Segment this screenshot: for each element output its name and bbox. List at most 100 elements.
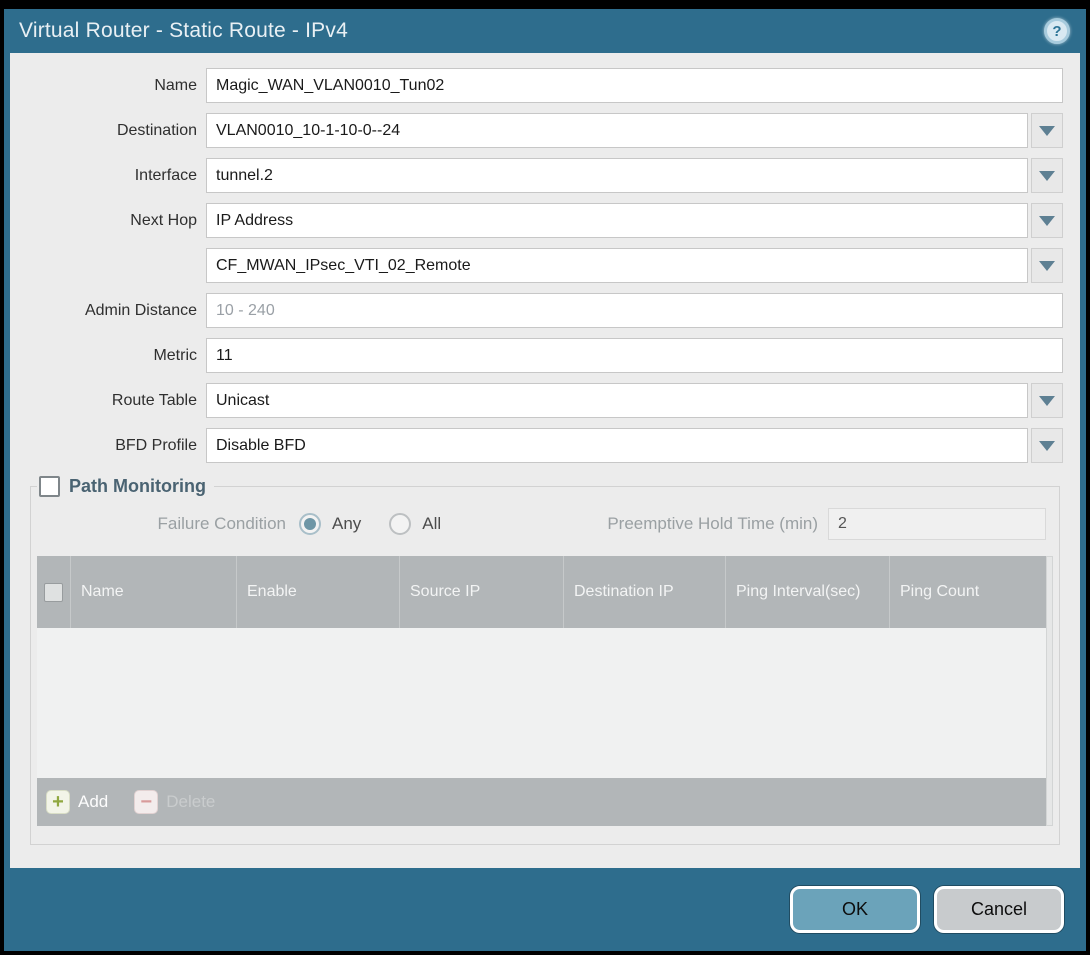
path-monitoring-section: Path Monitoring Failure Condition Any Al… xyxy=(30,476,1060,845)
chevron-down-icon xyxy=(1039,261,1055,271)
bfd-profile-label: BFD Profile xyxy=(10,437,206,455)
route-table-field-wrap xyxy=(206,383,1063,418)
next-hop-address-input[interactable] xyxy=(206,248,1028,283)
dialog-footer: OK Cancel xyxy=(4,868,1086,951)
destination-input[interactable] xyxy=(206,113,1028,148)
path-monitoring-title: Path Monitoring xyxy=(69,476,206,497)
column-header-label: Enable xyxy=(247,580,297,603)
chevron-down-icon xyxy=(1039,396,1055,406)
static-route-dialog: Virtual Router - Static Route - IPv4 ? N… xyxy=(4,9,1086,951)
delete-button[interactable]: − Delete xyxy=(134,790,215,814)
next-hop-field-wrap xyxy=(206,203,1063,238)
bfd-profile-dropdown-button[interactable] xyxy=(1031,428,1063,463)
admin-distance-label: Admin Distance xyxy=(10,302,206,320)
delete-button-label: Delete xyxy=(166,792,215,812)
table-scrollbar-track[interactable] xyxy=(1046,556,1053,826)
column-header-label: Destination IP xyxy=(574,580,674,603)
column-header-label: Source IP xyxy=(410,580,480,603)
interface-label: Interface xyxy=(10,167,206,185)
bfd-profile-field-wrap xyxy=(206,428,1063,463)
chevron-down-icon xyxy=(1039,216,1055,226)
route-table-input[interactable] xyxy=(206,383,1028,418)
next-hop-type-dropdown-button[interactable] xyxy=(1031,203,1063,238)
column-header-destination-ip: Destination IP xyxy=(564,556,726,628)
chevron-down-icon xyxy=(1039,126,1055,136)
destination-dropdown-button[interactable] xyxy=(1031,113,1063,148)
chevron-down-icon xyxy=(1039,441,1055,451)
add-button[interactable]: + Add xyxy=(46,790,108,814)
form-row-name: Name xyxy=(10,68,1063,103)
failure-condition-label: Failure Condition xyxy=(37,514,299,534)
metric-field-wrap xyxy=(206,338,1063,373)
ok-button[interactable]: OK xyxy=(790,886,920,933)
form-row-admin-distance: Admin Distance xyxy=(10,293,1063,328)
help-icon-glyph: ? xyxy=(1052,23,1061,40)
interface-input[interactable] xyxy=(206,158,1028,193)
name-field-wrap xyxy=(206,68,1063,103)
preemptive-hold-time-input[interactable] xyxy=(828,508,1046,540)
form-row-metric: Metric xyxy=(10,338,1063,373)
route-table-label: Route Table xyxy=(10,392,206,410)
table-select-all-cell xyxy=(37,556,71,628)
preemptive-hold-time-group: Preemptive Hold Time (min) xyxy=(607,508,1053,540)
form-row-bfd-profile: BFD Profile xyxy=(10,428,1063,463)
form-row-destination: Destination xyxy=(10,113,1063,148)
destination-label: Destination xyxy=(10,122,206,140)
form-row-next-hop: Next Hop xyxy=(10,203,1063,238)
column-header-label: Name xyxy=(81,580,124,603)
column-header-name: Name xyxy=(71,556,237,628)
path-monitoring-controls: Failure Condition Any All Preemptive Hol… xyxy=(37,507,1053,541)
path-monitoring-legend: Path Monitoring xyxy=(37,476,214,497)
column-header-source-ip: Source IP xyxy=(400,556,564,628)
preemptive-hold-time-label: Preemptive Hold Time (min) xyxy=(607,514,818,534)
interface-dropdown-button[interactable] xyxy=(1031,158,1063,193)
column-header-enable: Enable xyxy=(237,556,400,628)
dialog-title: Virtual Router - Static Route - IPv4 xyxy=(19,19,348,43)
delete-minus-icon: − xyxy=(134,790,158,814)
table-footer-bar: + Add − Delete xyxy=(37,778,1046,826)
form-row-interface: Interface xyxy=(10,158,1063,193)
admin-distance-input[interactable] xyxy=(206,293,1063,328)
bfd-profile-input[interactable] xyxy=(206,428,1028,463)
radio-all[interactable] xyxy=(389,513,411,535)
dialog-content: Name Destination Interface xyxy=(10,53,1080,868)
select-all-checkbox[interactable] xyxy=(44,583,63,602)
next-hop-address-dropdown-button[interactable] xyxy=(1031,248,1063,283)
admin-distance-field-wrap xyxy=(206,293,1063,328)
interface-field-wrap xyxy=(206,158,1063,193)
radio-any[interactable] xyxy=(299,513,321,535)
next-hop-label: Next Hop xyxy=(10,212,206,230)
add-plus-icon: + xyxy=(46,790,70,814)
column-header-label: Ping Interval(sec) xyxy=(736,580,861,603)
form-row-route-table: Route Table xyxy=(10,383,1063,418)
screen: Virtual Router - Static Route - IPv4 ? N… xyxy=(0,0,1090,955)
name-input[interactable] xyxy=(206,68,1063,103)
path-monitoring-table-main: Name Enable Source IP Destination IP xyxy=(37,556,1046,826)
failure-condition-all-option[interactable]: All xyxy=(389,513,441,535)
add-button-label: Add xyxy=(78,792,108,812)
column-header-ping-interval: Ping Interval(sec) xyxy=(726,556,890,628)
cancel-button[interactable]: Cancel xyxy=(934,886,1064,933)
metric-input[interactable] xyxy=(206,338,1063,373)
radio-any-label: Any xyxy=(332,514,361,534)
table-header-row: Name Enable Source IP Destination IP xyxy=(37,556,1046,628)
chevron-down-icon xyxy=(1039,171,1055,181)
destination-field-wrap xyxy=(206,113,1063,148)
dialog-titlebar: Virtual Router - Static Route - IPv4 ? xyxy=(4,9,1086,53)
path-monitoring-checkbox[interactable] xyxy=(39,476,60,497)
next-hop-value-field-wrap xyxy=(206,248,1063,283)
metric-label: Metric xyxy=(10,347,206,365)
column-header-label: Ping Count xyxy=(900,580,979,603)
help-icon[interactable]: ? xyxy=(1044,18,1070,44)
form-row-next-hop-value xyxy=(10,248,1063,283)
failure-condition-any-option[interactable]: Any xyxy=(299,513,361,535)
table-body-empty xyxy=(37,628,1046,778)
route-table-dropdown-button[interactable] xyxy=(1031,383,1063,418)
radio-dot xyxy=(304,518,316,530)
column-header-ping-count: Ping Count xyxy=(890,556,1046,628)
next-hop-type-input[interactable] xyxy=(206,203,1028,238)
radio-dot xyxy=(394,518,406,530)
name-label: Name xyxy=(10,77,206,95)
radio-all-label: All xyxy=(422,514,441,534)
path-monitoring-table: Name Enable Source IP Destination IP xyxy=(37,556,1053,826)
